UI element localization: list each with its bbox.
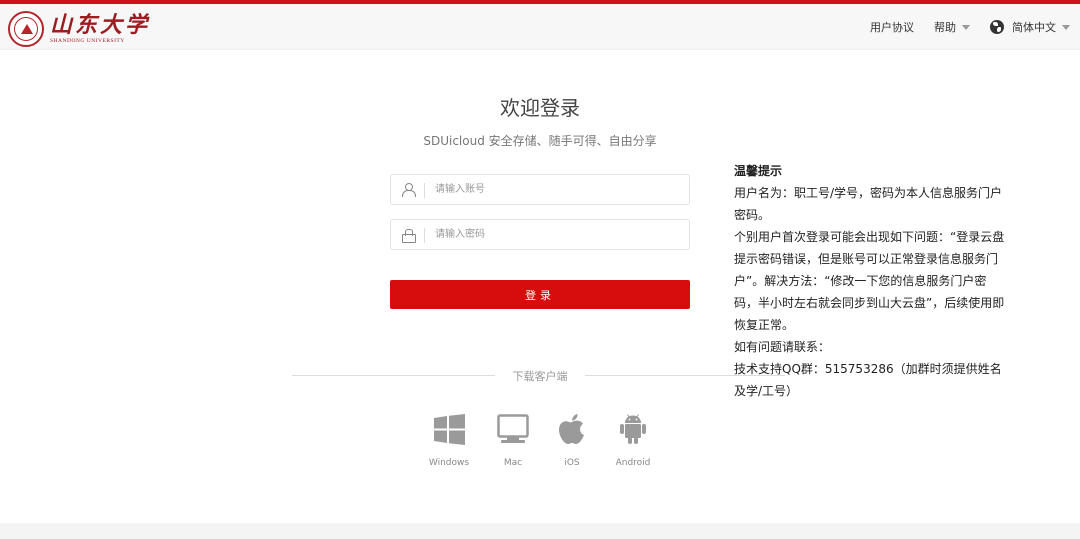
language-selector[interactable]: 简体中文 bbox=[990, 19, 1070, 35]
tips-panel: 温馨提示 用户名为：职工号/学号，密码为本人信息服务门户密码。 个别用户首次登录… bbox=[734, 160, 1009, 402]
user-agreement-link[interactable]: 用户协议 bbox=[870, 19, 914, 35]
user-agreement-label: 用户协议 bbox=[870, 21, 914, 34]
help-menu[interactable]: 帮助 bbox=[934, 19, 970, 35]
user-icon bbox=[402, 183, 416, 197]
language-label: 简体中文 bbox=[1012, 21, 1056, 34]
tips-line: 技术支持QQ群：515753286（加群时须提供姓名及学/工号） bbox=[734, 362, 1002, 398]
logo-text: 山东大学 SHANDONG UNIVERSITY bbox=[50, 13, 150, 45]
help-label: 帮助 bbox=[934, 21, 956, 34]
lock-icon-wrap bbox=[391, 220, 425, 249]
apple-icon bbox=[559, 410, 585, 448]
password-input[interactable] bbox=[425, 220, 689, 249]
login-button[interactable]: 登录 bbox=[390, 280, 690, 309]
download-android[interactable]: Android bbox=[603, 410, 663, 468]
tips-line: 个别用户首次登录可能会出现如下问题：“登录云盘提示密码错误，但是账号可以正常登录… bbox=[734, 230, 1005, 332]
university-seal-icon bbox=[8, 11, 44, 47]
username-input[interactable] bbox=[425, 175, 689, 204]
tips-line: 如有问题请联系： bbox=[734, 340, 831, 354]
client-label-android: Android bbox=[615, 458, 651, 468]
download-mac[interactable]: Mac bbox=[483, 410, 543, 468]
download-windows[interactable]: Windows bbox=[419, 410, 479, 468]
password-field bbox=[390, 219, 690, 250]
windows-icon bbox=[433, 410, 465, 448]
android-icon bbox=[619, 410, 647, 448]
client-label-mac: Mac bbox=[503, 458, 523, 468]
logo-english-name: SHANDONG UNIVERSITY bbox=[50, 38, 125, 44]
username-field bbox=[390, 174, 690, 205]
tips-title: 温馨提示 bbox=[734, 164, 783, 178]
chevron-down-icon bbox=[1062, 24, 1070, 30]
top-nav: 用户协议 帮助 简体中文 bbox=[850, 4, 1070, 50]
user-icon-wrap bbox=[391, 175, 425, 204]
client-label-ios: iOS bbox=[564, 458, 580, 468]
download-ios[interactable]: iOS bbox=[542, 410, 602, 468]
chevron-down-icon bbox=[962, 24, 970, 30]
mac-icon bbox=[497, 410, 529, 448]
login-subtitle: SDUicloud 安全存储、随手可得、自由分享 bbox=[423, 134, 657, 148]
globe-icon bbox=[990, 20, 1004, 34]
client-label-windows: Windows bbox=[428, 458, 470, 468]
login-title: 欢迎登录 bbox=[500, 96, 580, 120]
lock-icon bbox=[402, 228, 416, 243]
footer bbox=[0, 523, 1080, 539]
divider-left bbox=[292, 375, 495, 376]
tips-line: 用户名为：职工号/学号，密码为本人信息服务门户密码。 bbox=[734, 186, 1003, 222]
logo-chinese-name: 山东大学 bbox=[50, 12, 151, 38]
download-client-label: 下载客户端 bbox=[512, 370, 568, 383]
university-logo[interactable]: 山东大学 SHANDONG UNIVERSITY bbox=[8, 9, 150, 49]
